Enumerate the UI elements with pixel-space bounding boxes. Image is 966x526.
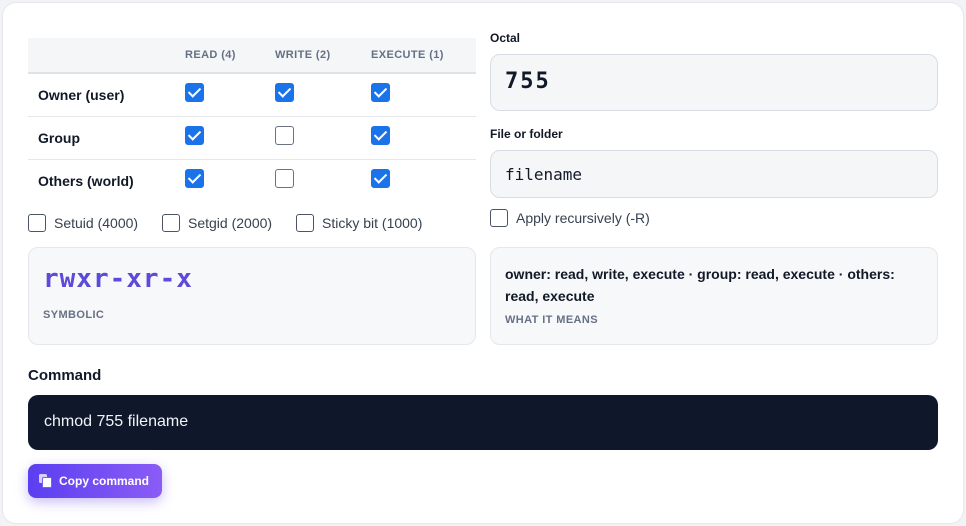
- setuid-checkbox[interactable]: [28, 214, 46, 232]
- octal-label: Octal: [490, 31, 521, 45]
- recursive-checkbox[interactable]: [490, 209, 508, 227]
- setgid-label: Setgid (2000): [188, 215, 273, 231]
- command-text: chmod 755 filename: [44, 413, 189, 430]
- permission-row-group: Group: [28, 117, 476, 160]
- symbolic-value: rwxr-xr-x: [43, 264, 193, 294]
- sticky-bit-label: Sticky bit (1000): [322, 215, 423, 231]
- owner-write-checkbox[interactable]: [275, 83, 294, 102]
- recursive-label: Apply recursively (-R): [516, 210, 650, 226]
- setuid-label: Setuid (4000): [54, 215, 139, 231]
- others-execute-checkbox[interactable]: [371, 169, 390, 188]
- column-header-read: READ (4): [185, 49, 236, 61]
- copy-icon: [39, 474, 52, 488]
- group-write-checkbox[interactable]: [275, 126, 294, 145]
- column-header-write: WRITE (2): [275, 49, 331, 61]
- meaning-caption: WHAT IT MEANS: [505, 314, 598, 326]
- sticky-bit-checkbox[interactable]: [296, 214, 314, 232]
- others-read-checkbox[interactable]: [185, 169, 204, 188]
- symbolic-panel: rwxr-xr-x SYMBOLIC: [28, 247, 476, 345]
- row-label: Others (world): [38, 173, 134, 189]
- permission-table-header: READ (4) WRITE (2) EXECUTE (1): [28, 38, 476, 74]
- meaning-text: owner: read, write, execute · group: rea…: [505, 266, 895, 304]
- octal-value: 755: [505, 69, 551, 94]
- permission-row-others: Others (world): [28, 160, 476, 203]
- owner-execute-checkbox[interactable]: [371, 83, 390, 102]
- owner-read-checkbox[interactable]: [185, 83, 204, 102]
- setgid-checkbox[interactable]: [162, 214, 180, 232]
- permission-row-owner: Owner (user): [28, 74, 476, 117]
- file-or-folder-label: File or folder: [490, 127, 563, 141]
- command-output[interactable]: chmod 755 filename: [28, 395, 938, 450]
- permission-table: READ (4) WRITE (2) EXECUTE (1) Owner (us…: [28, 38, 476, 203]
- copy-command-label: Copy command: [59, 474, 150, 488]
- octal-input[interactable]: 755: [490, 54, 938, 111]
- row-label: Owner (user): [38, 87, 125, 103]
- others-write-checkbox[interactable]: [275, 169, 294, 188]
- command-title: Command: [28, 367, 102, 384]
- column-header-execute: EXECUTE (1): [371, 49, 444, 61]
- meaning-panel: owner: read, write, execute · group: rea…: [490, 247, 938, 345]
- group-read-checkbox[interactable]: [185, 126, 204, 145]
- symbolic-caption: SYMBOLIC: [43, 309, 105, 321]
- file-or-folder-value: filename: [505, 165, 583, 184]
- row-label: Group: [38, 130, 80, 146]
- file-or-folder-input[interactable]: filename: [490, 150, 938, 198]
- group-execute-checkbox[interactable]: [371, 126, 390, 145]
- copy-command-button[interactable]: Copy command: [28, 464, 162, 498]
